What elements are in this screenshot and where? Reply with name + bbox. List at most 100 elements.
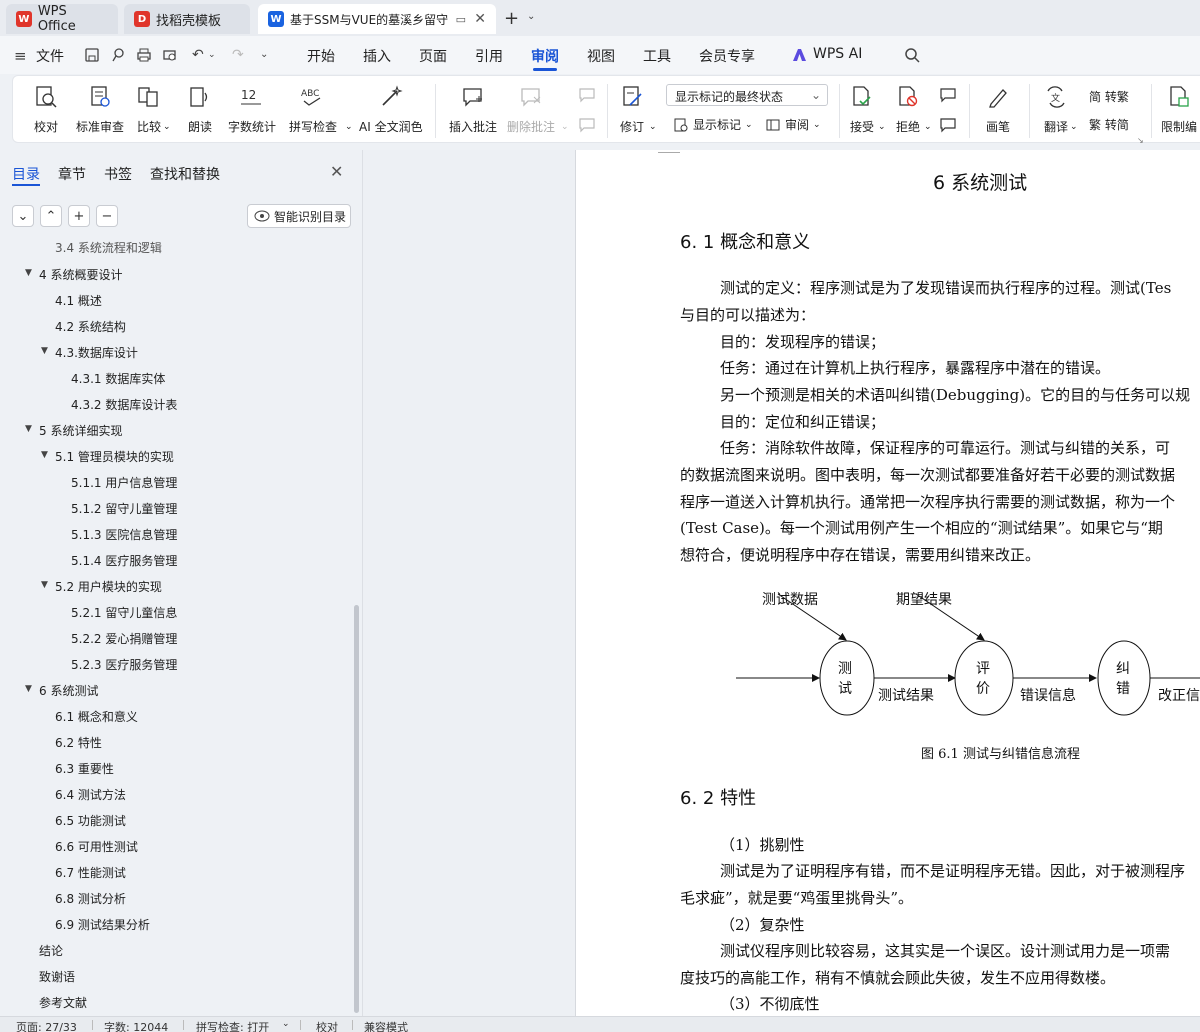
more-dropdown-icon[interactable]: ⌄ (260, 49, 268, 60)
menu-home[interactable]: 开始 (307, 46, 335, 66)
pen-button[interactable]: 画笔 (985, 78, 1011, 135)
toc-item[interactable]: 4.3.1 数据库实体 (71, 370, 165, 387)
page-indicator[interactable]: 页面: 27/33 (16, 1019, 77, 1032)
toc-item[interactable]: 6.4 测试方法 (55, 786, 126, 803)
menu-member[interactable]: 会员专享 (699, 46, 755, 66)
toc-item[interactable]: 6 系统测试 (39, 682, 98, 699)
nav-tab-toc[interactable]: 目录 (12, 164, 40, 184)
translate-button[interactable]: 文 翻译 (1043, 78, 1069, 135)
toc-item[interactable]: 6.6 可用性测试 (55, 838, 138, 855)
monitor-icon[interactable]: ▭ (456, 13, 466, 26)
remove-heading-icon[interactable]: − (96, 205, 118, 227)
toc-item[interactable]: 5.2.2 爱心捐赠管理 (71, 630, 177, 647)
reject-button[interactable]: 拒绝 (895, 78, 921, 135)
collapse-arrow-icon[interactable]: ▼ (25, 424, 32, 434)
revise-dropdown-icon[interactable]: ⌄ (649, 122, 657, 132)
menu-tools[interactable]: 工具 (643, 46, 671, 66)
nav-tab-chapters[interactable]: 章节 (58, 164, 86, 184)
compare-button[interactable]: 比较 (136, 78, 162, 135)
redo-icon[interactable]: ↷ (232, 47, 244, 63)
close-icon[interactable]: ✕ (330, 162, 343, 181)
collapse-arrow-icon[interactable]: ▼ (41, 450, 48, 460)
toc-item[interactable]: 参考文献 (39, 994, 87, 1011)
toc-item[interactable]: 4.3.2 数据库设计表 (71, 396, 177, 413)
menu-review[interactable]: 审阅 (531, 46, 559, 66)
nav-tab-find-replace[interactable]: 查找和替换 (150, 164, 220, 184)
collapse-arrow-icon[interactable]: ▼ (41, 346, 48, 356)
compare-dropdown-icon[interactable]: ⌄ (163, 122, 171, 132)
review-pane-button[interactable]: 审阅 ⌄ (765, 116, 821, 133)
chevron-down-icon[interactable]: ⌄ (282, 1019, 290, 1029)
menu-references[interactable]: 引用 (475, 46, 503, 66)
toc-item[interactable]: 5.2.1 留守儿童信息 (71, 604, 177, 621)
ai-polish-button[interactable]: AI 全文润色 (359, 78, 423, 135)
save-icon[interactable] (84, 47, 100, 63)
toc-item[interactable]: 6.9 测试结果分析 (55, 916, 150, 933)
proofread-status[interactable]: 校对 (316, 1019, 338, 1032)
toc-item[interactable]: 5 系统详细实现 (39, 422, 122, 439)
to-simplified-button[interactable]: 繁 转简 (1089, 116, 1129, 133)
toc-item[interactable]: 6.8 测试分析 (55, 890, 126, 907)
tab-wps-office[interactable]: W WPS Office (6, 4, 118, 34)
format-painter-icon[interactable] (110, 47, 126, 63)
collapse-arrow-icon[interactable]: ▼ (41, 580, 48, 590)
toc-item[interactable]: 结论 (39, 942, 63, 959)
expand-group-icon[interactable]: ↘ (1137, 136, 1144, 145)
collapse-up-icon[interactable]: ⌃ (40, 205, 62, 227)
word-count-button[interactable]: 12 字数统计 (228, 78, 276, 135)
new-tab-icon[interactable]: + (504, 8, 519, 29)
reject-dropdown-icon[interactable]: ⌄ (924, 122, 932, 132)
accept-button[interactable]: 接受 (849, 78, 875, 135)
delete-comment-dropdown-icon[interactable]: ⌄ (561, 122, 569, 132)
proofread-button[interactable]: 校对 (33, 78, 59, 135)
next-change-icon[interactable] (939, 116, 957, 134)
toc-item[interactable]: 5.1.4 医疗服务管理 (71, 552, 177, 569)
menu-view[interactable]: 视图 (587, 46, 615, 66)
toc-item[interactable]: 4 系统概要设计 (39, 266, 122, 283)
undo-dropdown-icon[interactable]: ⌄ (208, 50, 216, 60)
collapse-arrow-icon[interactable]: ▼ (25, 268, 32, 278)
toc-item[interactable]: 5.2.3 医疗服务管理 (71, 656, 177, 673)
toc-item[interactable]: 6.2 特性 (55, 734, 102, 751)
toc-item[interactable]: 6.5 功能测试 (55, 812, 126, 829)
spell-check-button[interactable]: ABC 拼写检查 (289, 78, 337, 135)
toc-item[interactable]: 5.2 用户模块的实现 (55, 578, 162, 595)
translate-dropdown-icon[interactable]: ⌄ (1070, 122, 1078, 132)
print-preview-icon[interactable] (162, 47, 178, 63)
spell-check-dropdown-icon[interactable]: ⌄ (345, 122, 353, 132)
insert-comment-button[interactable]: 插入批注 (449, 78, 497, 135)
menu-insert[interactable]: 插入 (363, 46, 391, 66)
toc-item[interactable]: 4.1 概述 (55, 292, 102, 309)
undo-icon[interactable]: ↶ (192, 47, 204, 63)
toc-item[interactable]: 5.1.1 用户信息管理 (71, 474, 177, 491)
tab-docer[interactable]: D 找稻壳模板 (124, 4, 250, 34)
show-markup-button[interactable]: 显示标记 ⌄ (673, 116, 753, 133)
menu-wps-ai[interactable]: WPS AI (813, 46, 862, 62)
toc-item[interactable]: 4.3.数据库设计 (55, 344, 138, 361)
word-count-indicator[interactable]: 字数: 12044 (104, 1019, 168, 1032)
toc-item[interactable]: 4.2 系统结构 (55, 318, 126, 335)
toc-item[interactable]: 致谢语 (39, 968, 75, 985)
toc-scrollbar[interactable] (354, 605, 359, 1013)
to-traditional-button[interactable]: 简 转繁 (1089, 88, 1129, 105)
tab-document[interactable]: W 基于SSM与VUE的墓溪乡留守 ▭ ✕ (258, 4, 496, 34)
print-icon[interactable] (136, 47, 152, 63)
read-aloud-button[interactable]: 朗读 (187, 78, 213, 135)
search-icon[interactable] (904, 47, 920, 63)
expand-all-icon[interactable]: ⌄ (12, 205, 34, 227)
close-tab-icon[interactable]: ✕ (474, 11, 486, 27)
next-comment-icon[interactable] (578, 116, 596, 134)
toc-item[interactable]: 5.1.2 留守儿童管理 (71, 500, 177, 517)
previous-comment-icon[interactable] (578, 86, 596, 104)
previous-change-icon[interactable] (939, 86, 957, 104)
chevron-down-icon[interactable]: ⌄ (527, 11, 535, 22)
toc-item[interactable]: 5.1 管理员模块的实现 (55, 448, 174, 465)
smart-toc-button[interactable]: 智能识别目录 (247, 204, 351, 228)
restrict-edit-button[interactable]: 限制编 (1161, 78, 1197, 135)
menu-page[interactable]: 页面 (419, 46, 447, 66)
document-page[interactable]: 6 系统测试 6. 1 概念和意义 测试的定义：程序测试是为了发现错误而执行程序… (575, 150, 1200, 1016)
toc-item[interactable]: 5.1.3 医院信息管理 (71, 526, 177, 543)
hamburger-icon[interactable]: ≡ (14, 47, 27, 65)
markup-view-select[interactable]: 显示标记的最终状态 ⌄ (666, 84, 828, 106)
menu-file[interactable]: 文件 (36, 46, 64, 66)
